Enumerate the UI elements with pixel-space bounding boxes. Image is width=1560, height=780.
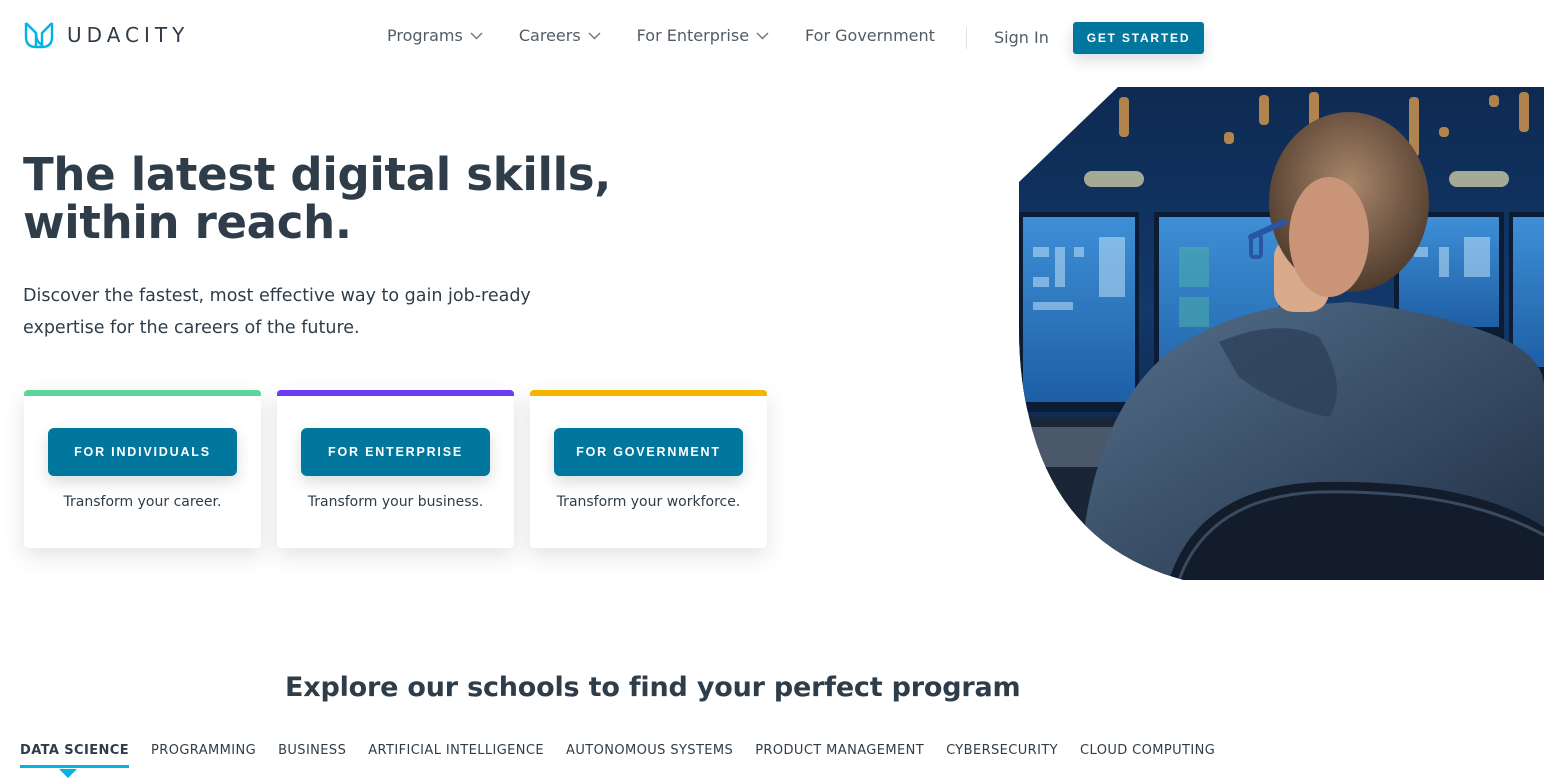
schools-section-title: Explore our schools to find your perfect… <box>285 672 1021 703</box>
card-accent-bar <box>277 390 514 396</box>
card-caption: Transform your workforce. <box>556 494 741 510</box>
tab-business[interactable]: BUSINESS <box>278 743 346 768</box>
hero-subtitle-line1: Discover the fastest, most effective way… <box>23 286 531 306</box>
chevron-down-icon <box>470 32 483 39</box>
get-started-button[interactable]: GET STARTED <box>1073 22 1204 54</box>
hero-title: The latest digital skills, within reach. <box>23 151 643 247</box>
nav-careers-label: Careers <box>518 26 581 45</box>
tab-cybersecurity[interactable]: CYBERSECURITY <box>946 743 1058 768</box>
udacity-u-icon <box>24 22 54 49</box>
site-header: UDACITY Programs Careers For Enterprise … <box>0 0 1560 76</box>
hero-image <box>1019 87 1544 580</box>
school-tabs: DATA SCIENCE PROGRAMMING BUSINESS ARTIFI… <box>20 743 1237 768</box>
tab-artificial-intelligence[interactable]: ARTIFICIAL INTELLIGENCE <box>368 743 544 768</box>
active-tab-pointer-icon <box>59 769 77 778</box>
tab-cloud-computing[interactable]: CLOUD COMPUTING <box>1080 743 1215 768</box>
for-enterprise-button[interactable]: FOR ENTERPRISE <box>301 428 490 476</box>
hero-subtitle-line2: expertise for the careers of the future. <box>23 318 360 338</box>
chevron-down-icon <box>756 32 769 39</box>
nav-divider <box>966 27 967 49</box>
nav-for-government[interactable]: For Government <box>805 26 935 45</box>
nav-careers[interactable]: Careers <box>519 26 601 45</box>
nav-for-government-label: For Government <box>805 26 935 45</box>
card-caption: Transform your career. <box>63 494 222 510</box>
card-accent-bar <box>24 390 261 396</box>
sign-in-link[interactable]: Sign In <box>994 28 1049 47</box>
nav-for-enterprise[interactable]: For Enterprise <box>637 26 769 45</box>
card-government: FOR GOVERNMENT Transform your workforce. <box>530 390 767 548</box>
card-individuals: FOR INDIVIDUALS Transform your career. <box>24 390 261 548</box>
hero-title-line1: The latest digital skills, <box>23 148 612 201</box>
tab-product-management[interactable]: PRODUCT MANAGEMENT <box>755 743 924 768</box>
light-bar <box>1449 171 1509 187</box>
for-government-button[interactable]: FOR GOVERNMENT <box>554 428 743 476</box>
logo-wordmark: UDACITY <box>67 23 190 47</box>
audience-cards: FOR INDIVIDUALS Transform your career. F… <box>24 390 767 548</box>
nav-programs-label: Programs <box>387 26 463 45</box>
tab-programming[interactable]: PROGRAMMING <box>151 743 256 768</box>
main-nav: Programs Careers For Enterprise For Gove… <box>387 26 971 45</box>
nav-programs[interactable]: Programs <box>387 26 483 45</box>
hero-title-line2: within reach. <box>23 196 352 249</box>
light-bar <box>1084 171 1144 187</box>
card-caption: Transform your business. <box>307 494 484 510</box>
tab-autonomous-systems[interactable]: AUTONOMOUS SYSTEMS <box>566 743 733 768</box>
hero-subtitle: Discover the fastest, most effective way… <box>23 280 543 344</box>
chevron-down-icon <box>588 32 601 39</box>
tab-data-science[interactable]: DATA SCIENCE <box>20 743 130 768</box>
card-enterprise: FOR ENTERPRISE Transform your business. <box>277 390 514 548</box>
for-individuals-button[interactable]: FOR INDIVIDUALS <box>48 428 237 476</box>
card-accent-bar <box>530 390 767 396</box>
nav-for-enterprise-label: For Enterprise <box>636 26 750 45</box>
udacity-logo[interactable]: UDACITY <box>23 20 189 50</box>
